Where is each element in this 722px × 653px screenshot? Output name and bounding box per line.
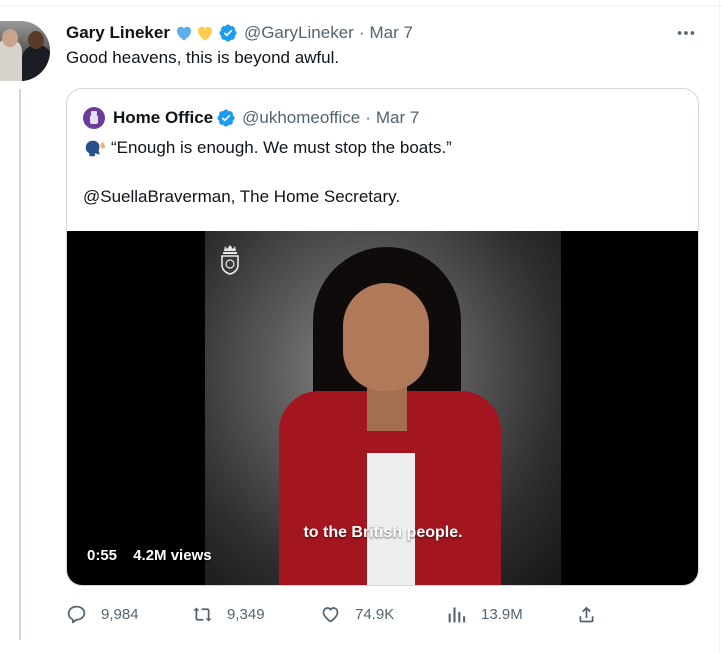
quote-author-handle[interactable]: @ukhomeoffice <box>242 108 360 128</box>
views-button[interactable]: 13.9M <box>446 600 523 628</box>
tweet-date[interactable]: Mar 7 <box>369 23 412 43</box>
royal-crest-icon <box>221 245 239 275</box>
quote-date[interactable]: Mar 7 <box>376 108 419 128</box>
author-handle[interactable]: @GaryLineker <box>244 23 354 43</box>
quoted-tweet[interactable]: Home Office @ukhomeoffice · Mar 7 “Enoug… <box>66 88 699 586</box>
quote-text-line: “Enough is enough. We must stop the boat… <box>83 137 452 159</box>
yellow-heart-icon <box>197 26 213 41</box>
verified-badge-icon <box>219 24 237 42</box>
retweet-icon <box>193 607 212 621</box>
speaking-head-icon <box>85 140 105 157</box>
retweet-count: 9,349 <box>227 605 265 623</box>
retweet-button[interactable]: 9,349 <box>192 600 265 628</box>
video-meta: 0:55 4.2M views <box>87 547 212 564</box>
video-views: 4.2M views <box>133 547 212 564</box>
reply-button[interactable]: 9,984 <box>66 600 139 628</box>
tweet-text: Good heavens, this is beyond awful. <box>66 48 340 67</box>
share-button[interactable] <box>576 600 611 628</box>
reply-count: 9,984 <box>101 605 139 623</box>
views-count: 13.9M <box>481 605 523 623</box>
blue-heart-icon <box>176 26 192 41</box>
video-caption: to the British people. <box>303 524 463 541</box>
verified-badge-icon <box>217 109 235 127</box>
analytics-icon <box>448 607 466 622</box>
quote-text: “Enough is enough. We must stop the boat… <box>111 138 452 157</box>
crest-icon <box>90 111 98 124</box>
share-icon <box>579 606 594 622</box>
separator-dot: · <box>365 108 371 127</box>
avatar[interactable] <box>0 21 50 81</box>
more-options-icon[interactable] <box>675 24 697 42</box>
video-frame: to the British people. <box>205 231 561 585</box>
quote-attribution: @SuellaBraverman, The Home Secretary. <box>83 187 401 206</box>
thread-line <box>19 89 21 640</box>
separator-dot: · <box>358 23 365 42</box>
quote-author-name[interactable]: Home Office <box>113 108 213 128</box>
right-divider <box>719 0 720 653</box>
author-name[interactable]: Gary Lineker <box>66 23 170 43</box>
top-divider <box>0 5 722 6</box>
tweet-header: Gary Lineker @GaryLineker · Mar 7 <box>66 21 413 45</box>
like-count: 74.9K <box>355 605 395 623</box>
like-button[interactable]: 74.9K <box>320 600 394 628</box>
quote-header: Home Office @ukhomeoffice · Mar 7 <box>83 106 419 130</box>
reply-icon <box>67 605 86 623</box>
home-office-avatar[interactable] <box>83 107 105 129</box>
action-bar: 9,984 9,349 74.9K 13.9M <box>0 600 722 628</box>
video-player[interactable]: to the British people. 0:55 4.2M views <box>67 231 698 585</box>
video-duration: 0:55 <box>87 547 118 564</box>
like-icon <box>322 606 339 622</box>
